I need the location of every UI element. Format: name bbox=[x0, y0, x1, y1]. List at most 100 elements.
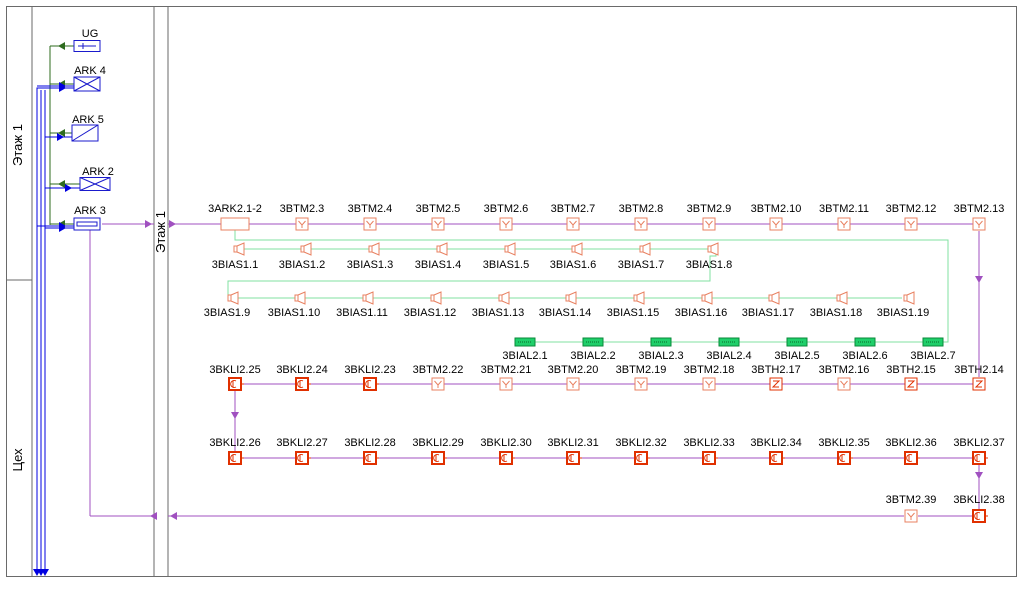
device-label: 3BIAS1.8 bbox=[686, 259, 732, 271]
device-label: 3BTM2.4 bbox=[348, 203, 393, 215]
device-label: 3BKLI2.34 bbox=[750, 437, 801, 449]
device-label: 3BIAS1.2 bbox=[279, 259, 325, 271]
device-label: 3BTH2.15 bbox=[886, 364, 936, 376]
smoke-detector bbox=[837, 217, 851, 231]
device-label: 3BTM2.5 bbox=[416, 203, 461, 215]
device-label: 3BKLI2.30 bbox=[480, 437, 531, 449]
smoke-detector bbox=[904, 217, 918, 231]
link-line bbox=[234, 230, 949, 343]
device-label: 3BTM2.18 bbox=[684, 364, 735, 376]
device-label: 3BKLI2.25 bbox=[209, 364, 260, 376]
schematic-canvas: Этаж 1 Цех Этаж 1 UG ARK 4 ARK 5 ARK 2 ARK 3 3AR… bbox=[0, 0, 1024, 584]
sounder bbox=[227, 291, 239, 305]
call-point bbox=[295, 377, 311, 391]
device-label: 3BIAS1.1 bbox=[212, 259, 258, 271]
device-label: 3BTM2.11 bbox=[819, 203, 869, 215]
device-label: 3BIAS1.14 bbox=[539, 307, 592, 319]
detector-box bbox=[904, 217, 918, 231]
panel-label: ARK 2 bbox=[82, 166, 114, 178]
sounder bbox=[498, 291, 510, 305]
panel-ark-4 bbox=[73, 76, 101, 92]
zone-label-workshop: Цех bbox=[10, 448, 25, 472]
zone-label-floor1-inner: Этаж 1 bbox=[153, 211, 168, 253]
sounder bbox=[362, 291, 374, 305]
sounder bbox=[436, 242, 448, 256]
call-point bbox=[363, 451, 379, 465]
sounder bbox=[300, 242, 312, 256]
panel-ark-2 bbox=[79, 177, 111, 191]
device-label: 3BTM2.19 bbox=[616, 364, 667, 376]
call-point bbox=[972, 451, 988, 465]
device-label: 3BIAL2.5 bbox=[774, 350, 819, 362]
panel-label: ARK 4 bbox=[74, 65, 106, 77]
sounder-icon bbox=[303, 242, 312, 256]
sounder-icon bbox=[771, 291, 780, 305]
call-point bbox=[228, 377, 244, 391]
sounder bbox=[504, 242, 516, 256]
device-label: 3BTM2.10 bbox=[751, 203, 802, 215]
sounder-icon bbox=[433, 291, 442, 305]
device-label: 3BIAS1.3 bbox=[347, 259, 393, 271]
device-label: 3BTM2.7 bbox=[551, 203, 596, 215]
sounder-icon bbox=[704, 291, 713, 305]
sounder-icon bbox=[236, 242, 245, 256]
detector-box bbox=[566, 217, 580, 231]
call-point bbox=[972, 509, 988, 523]
panel-ug bbox=[73, 40, 101, 52]
device-label: 3ARK2.1-2 bbox=[208, 203, 262, 215]
panel-label: UG bbox=[82, 28, 99, 40]
device-label: 3BIAS1.5 bbox=[483, 259, 529, 271]
sounder bbox=[768, 291, 780, 305]
device-label: 3BTM2.13 bbox=[954, 203, 1005, 215]
device-label: 3BKLI2.35 bbox=[818, 437, 869, 449]
device-label: 3BIAS1.6 bbox=[550, 259, 596, 271]
label-layer: Этаж 1 Цех Этаж 1 UG ARK 4 ARK 5 ARK 2 ARK 3 3AR… bbox=[10, 28, 1005, 506]
fire-alarm-schematic: Этаж 1 Цех Этаж 1 UG ARK 4 ARK 5 ARK 2 ARK 3 3AR… bbox=[6, 6, 1017, 577]
light-sign bbox=[718, 337, 740, 347]
device-label: 3BKLI2.37 bbox=[953, 437, 1004, 449]
sounder bbox=[294, 291, 306, 305]
device-label: 3BIAS1.12 bbox=[404, 307, 457, 319]
smoke-detector bbox=[702, 217, 716, 231]
device-label: 3BIAL2.1 bbox=[502, 350, 547, 362]
panel-label: ARK 3 bbox=[74, 205, 106, 217]
device-label: 3BKLI2.38 bbox=[953, 494, 1004, 506]
detector-box bbox=[837, 377, 851, 391]
sounder bbox=[707, 242, 719, 256]
panel-ark-5 bbox=[71, 124, 99, 142]
arrow-down-icon bbox=[231, 412, 239, 419]
smoke-detector bbox=[499, 217, 513, 231]
device-label: 3BTM2.22 bbox=[413, 364, 464, 376]
smoke-detector bbox=[837, 377, 851, 391]
sounder-icon bbox=[439, 242, 448, 256]
device-label: 3BKLI2.29 bbox=[412, 437, 463, 449]
detector-box bbox=[702, 217, 716, 231]
device-label: 3BKLI2.32 bbox=[615, 437, 666, 449]
sounder bbox=[903, 291, 915, 305]
device-label: 3BIAL2.6 bbox=[842, 350, 887, 362]
detector-box bbox=[904, 509, 918, 523]
device-label: 3BIAS1.7 bbox=[618, 259, 664, 271]
sounder-icon bbox=[642, 242, 651, 256]
smoke-detector bbox=[499, 377, 513, 391]
sounder-icon bbox=[636, 291, 645, 305]
device-label: 3BTM2.3 bbox=[280, 203, 325, 215]
call-point bbox=[904, 451, 920, 465]
smoke-detector bbox=[363, 217, 377, 231]
sounder bbox=[639, 242, 651, 256]
sounder-icon bbox=[710, 242, 719, 256]
detector-box bbox=[702, 377, 716, 391]
call-point bbox=[634, 451, 650, 465]
sounder bbox=[565, 291, 577, 305]
device-label: 3BIAS1.15 bbox=[607, 307, 660, 319]
device-label: 3BIAS1.13 bbox=[472, 307, 525, 319]
panel-ark-3 bbox=[73, 217, 101, 231]
device-label: 3BTH2.17 bbox=[751, 364, 801, 376]
call-point bbox=[837, 451, 853, 465]
sounder-icon bbox=[371, 242, 380, 256]
detector-box bbox=[634, 217, 648, 231]
light-sign bbox=[922, 337, 944, 347]
sounder bbox=[430, 291, 442, 305]
zone-label-floor1: Этаж 1 bbox=[10, 124, 25, 166]
arrow-left-icon bbox=[170, 512, 177, 520]
